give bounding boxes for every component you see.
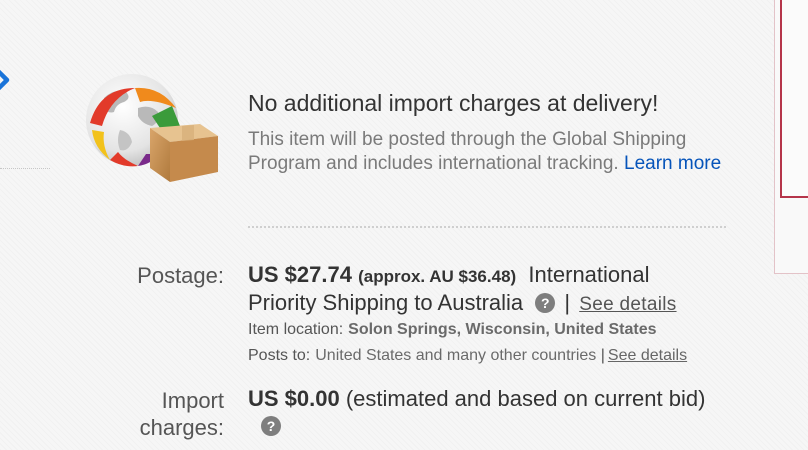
import-charges-label: Import charges: [139,388,224,440]
posts-to-value: United States and many other countries [315,347,597,364]
gsp-title: No additional import charges at delivery… [248,90,659,116]
item-location: Item location: Solon Springs, Wisconsin, … [248,321,657,339]
import-charges-price: US $0.00 [248,386,340,411]
gsp-description-text: This item will be posted through the Glo… [248,129,687,174]
separator: | [564,290,571,315]
item-location-label: Item location: [248,321,344,338]
see-details-link[interactable]: See details [579,294,676,315]
import-help: ? [255,416,281,438]
import-charges-value: US $0.00 (estimated and based on current… [248,386,705,412]
postage-approx: (approx. AU $36.48) [358,267,517,286]
side-panel-highlight [780,0,808,198]
item-location-value: Solon Springs, Wisconsin, United States [348,321,657,338]
import-charges-note: (estimated and based on current bid) [345,386,706,411]
see-details-link[interactable]: See details [608,347,687,364]
gsp-description: This item will be posted through the Glo… [248,128,738,176]
posts-to-label: Posts to: [248,347,311,364]
separator: | [600,347,605,364]
chevron-right-icon[interactable] [0,66,12,94]
posts-to: Posts to: United States and many other co… [248,347,687,365]
postage-value: US $27.74 (approx. AU $36.48) Internatio… [248,262,718,318]
postage-label: Postage: [137,263,224,288]
divider [248,226,726,228]
globe-with-package-icon [86,74,218,182]
postage-price: US $27.74 [248,262,352,287]
question-mark-icon[interactable]: ? [261,416,281,436]
question-mark-icon[interactable]: ? [535,293,556,313]
learn-more-link[interactable]: Learn more [624,153,721,174]
divider [0,168,50,169]
